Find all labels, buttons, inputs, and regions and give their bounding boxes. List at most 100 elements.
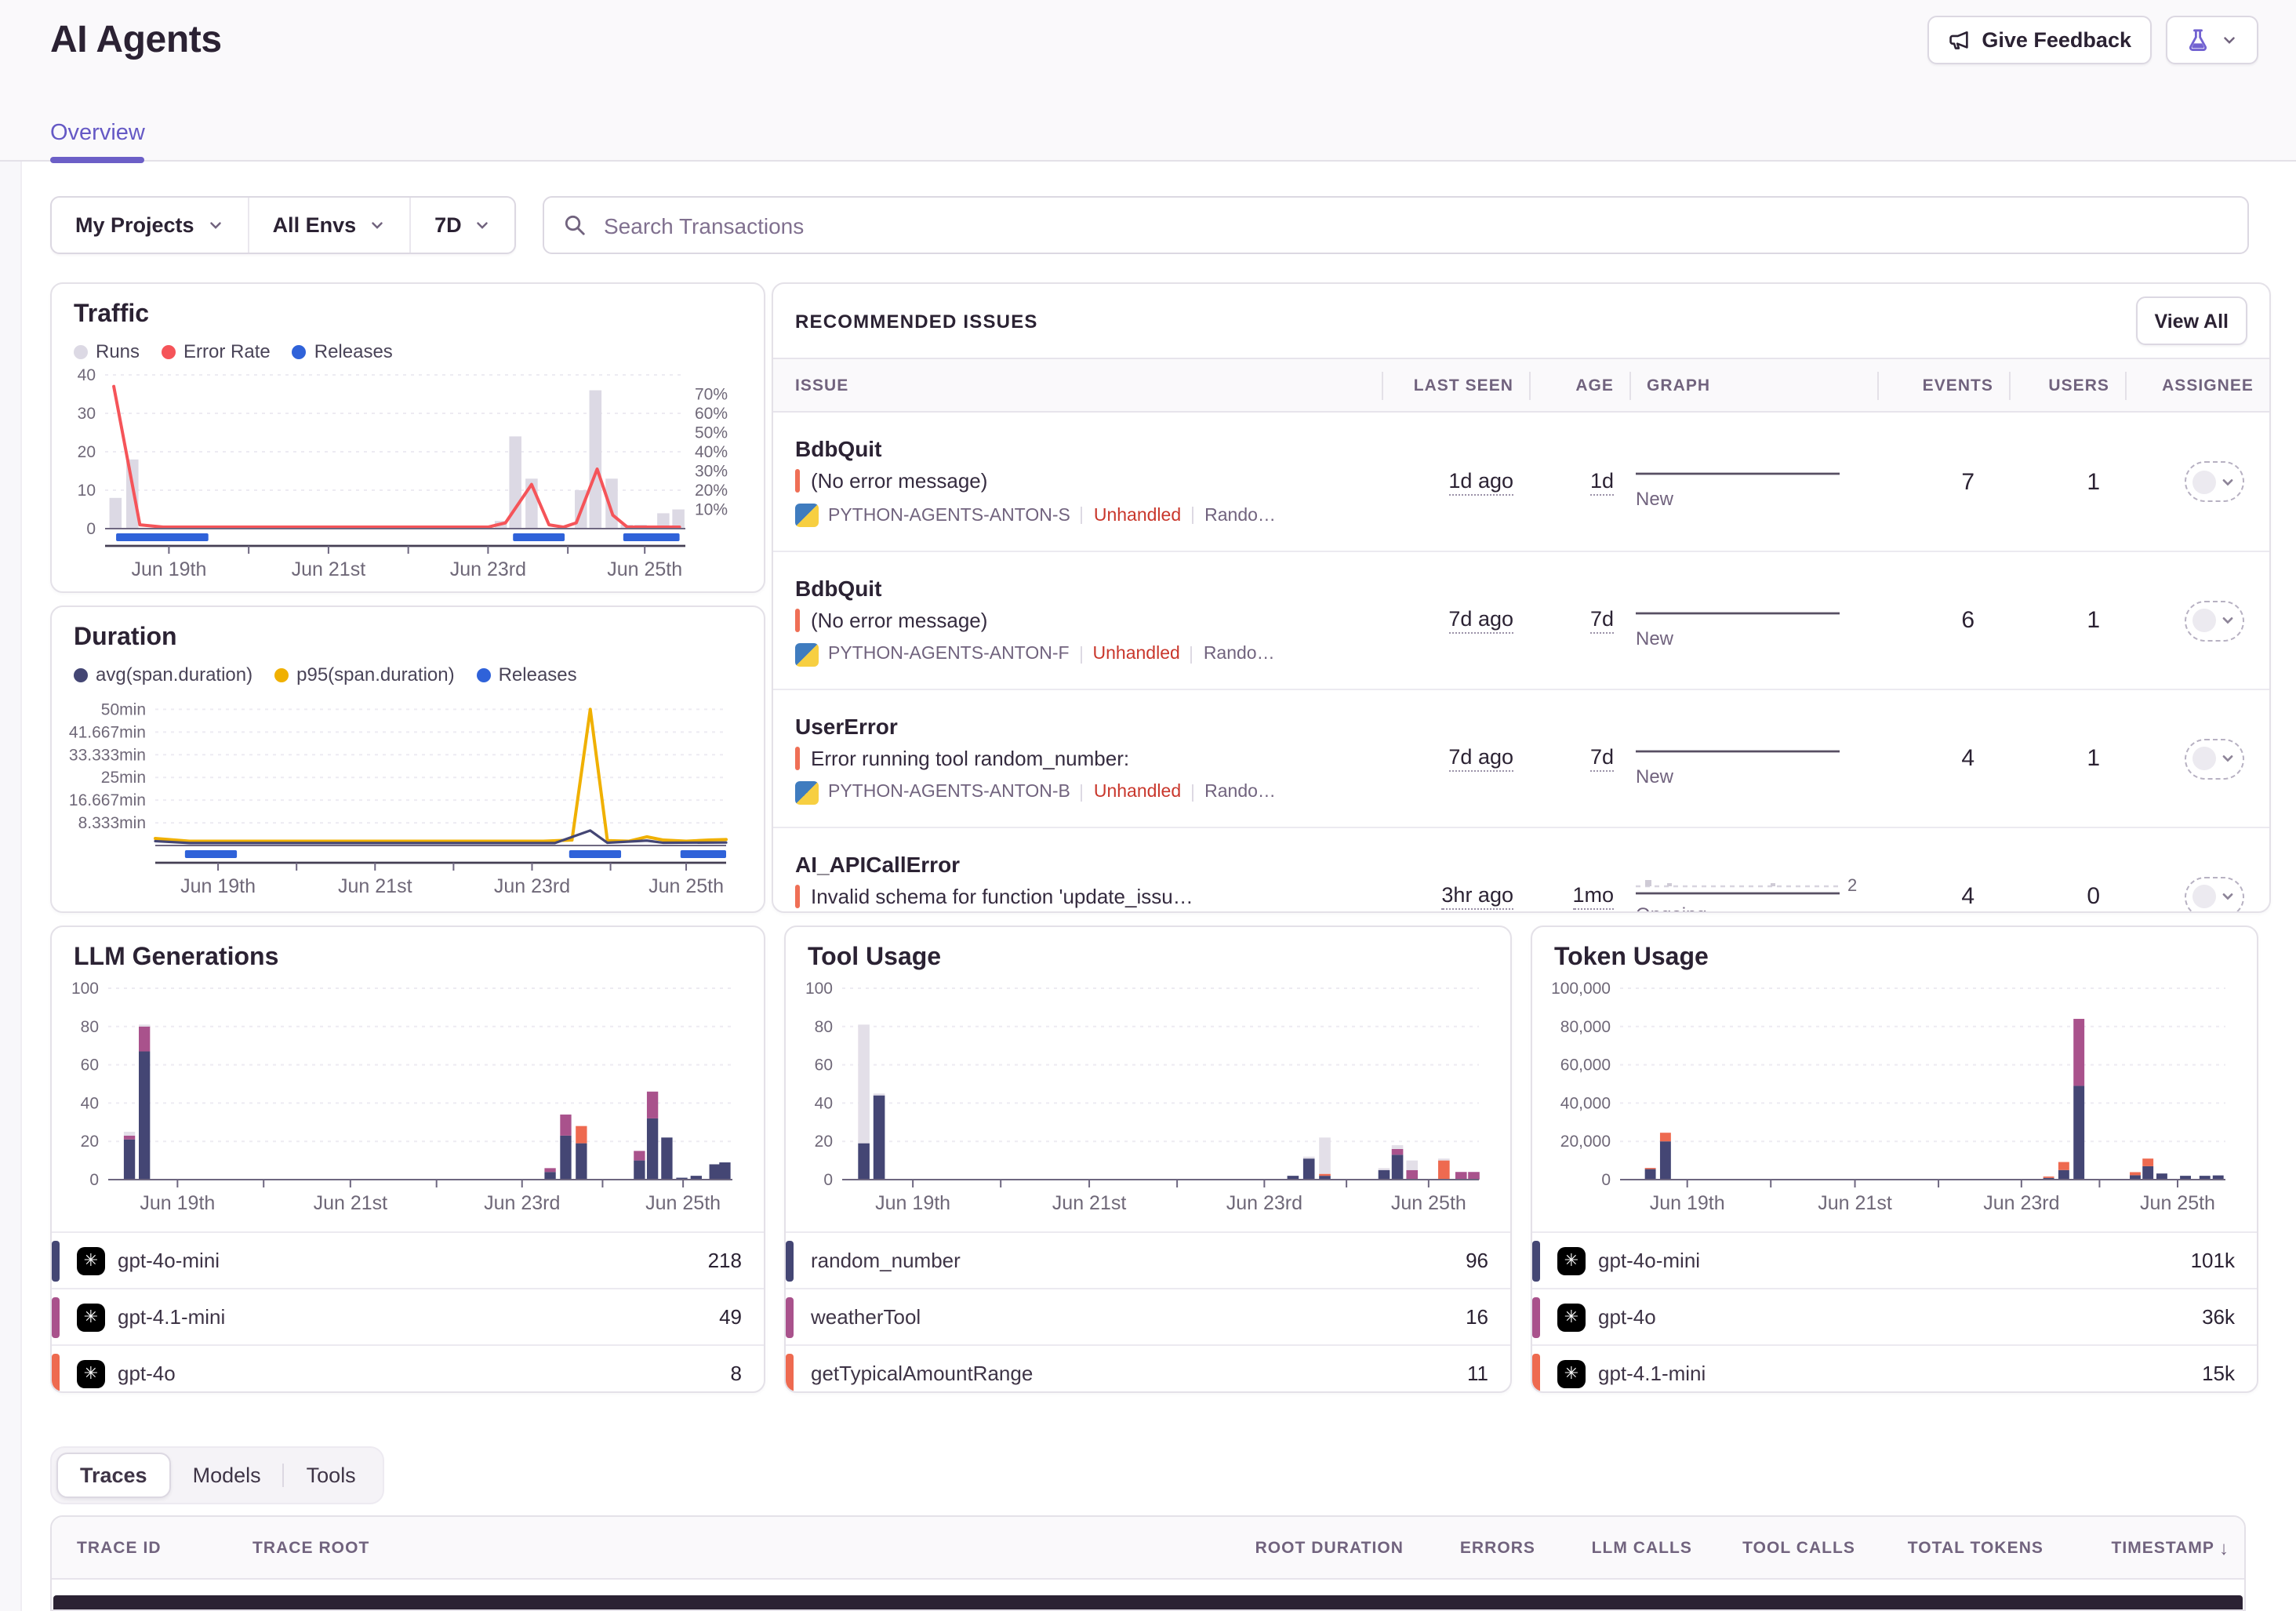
series-swatch — [52, 1353, 60, 1393]
chevron-down-icon — [2221, 475, 2235, 489]
issue-row[interactable]: BdbQuit (No error message) PYTHON-AGENTS… — [773, 551, 2269, 689]
tab-models[interactable]: Models — [171, 1454, 283, 1496]
issue-users-count: 1 — [2009, 745, 2125, 772]
release-bar[interactable] — [185, 850, 237, 858]
col-errors[interactable]: ERRORS — [1419, 1538, 1551, 1557]
legend-row[interactable]: ✳gpt-4o-mini218 — [52, 1231, 764, 1288]
legend-item[interactable]: p95(span.duration) — [274, 664, 454, 685]
col-tool-calls[interactable]: TOOL CALLS — [1708, 1538, 1871, 1557]
legend-row[interactable]: ✳gpt-4o36k — [1532, 1288, 2257, 1344]
legend-row[interactable]: ✳gpt-4o-mini101k — [1532, 1231, 2257, 1288]
issue-meta: PYTHON-AGENTS-ANTON-FUnhandledRando… — [795, 642, 1360, 666]
series-swatch — [1532, 1353, 1540, 1393]
token-usage-chart: 020,00040,00060,00080,000100,000Jun 19th… — [1545, 976, 2235, 1224]
bar-segment — [139, 1024, 150, 1026]
issue-title[interactable]: AI_APICallError — [795, 851, 1360, 876]
legend-row[interactable]: weatherTool16 — [786, 1288, 1510, 1344]
avatar-placeholder — [2192, 470, 2216, 493]
legend-row[interactable]: ✳gpt-4.1-mini49 — [52, 1288, 764, 1344]
traces-table: TRACE ID TRACE ROOT ROOT DURATION ERRORS… — [50, 1515, 2246, 1611]
issue-summary[interactable]: BdbQuit (No error message) PYTHON-AGENTS… — [773, 436, 1382, 527]
issues-heading: RECOMMENDED ISSUES — [795, 310, 1038, 332]
legend-item[interactable]: Releases — [292, 340, 393, 362]
runs-swatch — [74, 344, 88, 358]
col-llm-calls[interactable]: LLM CALLS — [1551, 1538, 1708, 1557]
issue-title[interactable]: UserError — [795, 713, 1360, 738]
bar-segment — [124, 1136, 135, 1140]
col-total-tokens[interactable]: TOTAL TOKENS — [1871, 1538, 2059, 1557]
bar-segment — [1319, 1174, 1331, 1176]
ai-agents-page: AI Agents Give Feedback Overview — [0, 0, 2296, 1611]
issue-graph-label: New — [1636, 488, 1877, 510]
search-input[interactable] — [601, 211, 2229, 239]
release-bar[interactable] — [116, 533, 209, 541]
bar-segment — [2073, 1086, 2084, 1180]
issue-summary[interactable]: BdbQuit (No error message) PYTHON-AGENTS… — [773, 575, 1382, 666]
y-axis-label: 0 — [89, 1171, 99, 1189]
series-swatch — [1532, 1240, 1540, 1281]
tab-overview[interactable]: Overview — [50, 121, 145, 160]
release-bar[interactable] — [623, 533, 680, 541]
col-timestamp[interactable]: TIMESTAMP ↓ — [2059, 1536, 2244, 1558]
bar-segment — [110, 498, 122, 529]
error-level-bar — [795, 746, 800, 769]
flask-icon — [2186, 28, 2210, 52]
issue-age: 1d — [1529, 468, 1629, 495]
issue-summary[interactable]: AI_APICallError Invalid schema for funct… — [773, 851, 1382, 913]
assignee-selector[interactable] — [2185, 876, 2244, 913]
legend-row[interactable]: ✳gpt-4.1-mini15k — [1532, 1344, 2257, 1393]
col-root-duration[interactable]: ROOT DURATION — [1215, 1538, 1419, 1557]
megaphone-icon — [1947, 28, 1971, 52]
assignee-selector[interactable] — [2185, 738, 2244, 779]
issue-summary[interactable]: UserError Error running tool random_numb… — [773, 713, 1382, 804]
release-bar[interactable] — [681, 850, 726, 858]
y-axis-label: 20 — [815, 1133, 833, 1151]
projects-dropdown[interactable]: My Projects — [52, 198, 248, 253]
col-trace-id[interactable]: TRACE ID — [52, 1538, 237, 1557]
series-name: gpt-4o — [1598, 1305, 1656, 1329]
bar-segment — [560, 1115, 571, 1136]
view-all-button[interactable]: View All — [2136, 296, 2248, 345]
x-axis-label: Jun 21st — [314, 1192, 388, 1214]
unhandled-badge: Unhandled — [1094, 783, 1181, 802]
col-trace-root[interactable]: TRACE ROOT — [237, 1538, 1215, 1557]
legend-item[interactable]: Runs — [74, 340, 140, 362]
legend-row[interactable]: random_number96 — [786, 1231, 1510, 1288]
series-value: 36k — [2202, 1305, 2235, 1329]
legend-item[interactable]: Error Rate — [162, 340, 271, 362]
release-bar[interactable] — [513, 533, 565, 541]
col-events: EVENTS — [1877, 371, 2009, 399]
release-bar[interactable] — [569, 850, 621, 858]
tab-traces[interactable]: Traces — [56, 1453, 171, 1498]
issue-title[interactable]: BdbQuit — [795, 575, 1360, 600]
environments-dropdown[interactable]: All Envs — [248, 198, 410, 253]
legend-row[interactable]: getTypicalAmountRange11 — [786, 1344, 1510, 1393]
x-axis-label: Jun 19th — [140, 1192, 215, 1214]
p95-duration-swatch — [274, 667, 289, 682]
x-axis-label: Jun 19th — [875, 1192, 950, 1214]
x-axis-label: Jun 19th — [131, 558, 206, 580]
date-range-dropdown[interactable]: 7D — [409, 198, 515, 253]
bar-segment — [544, 1168, 555, 1172]
issue-events-count: 4 — [1877, 745, 2009, 772]
issue-row[interactable]: BdbQuit (No error message) PYTHON-AGENTS… — [773, 413, 2269, 551]
assignee-selector[interactable] — [2185, 461, 2244, 502]
issue-row[interactable]: AI_APICallError Invalid schema for funct… — [773, 827, 2269, 913]
legend-item[interactable]: avg(span.duration) — [74, 664, 252, 685]
issue-title[interactable]: BdbQuit — [795, 436, 1360, 461]
openai-icon: ✳ — [1557, 1246, 1586, 1275]
assignee-selector[interactable] — [2185, 600, 2244, 641]
transaction-name: Rando… — [1204, 783, 1276, 802]
y-axis-label: 30 — [78, 405, 96, 423]
legend-row[interactable]: ✳gpt-4o8 — [52, 1344, 764, 1393]
legend-item[interactable]: Releases — [477, 664, 577, 685]
series-value: 49 — [719, 1305, 742, 1329]
issue-graph-label: Ongoing — [1636, 903, 1877, 913]
duration-panel: Duration avg(span.duration) p95(span.dur… — [50, 605, 765, 913]
lab-menu-button[interactable] — [2166, 16, 2258, 64]
give-feedback-button[interactable]: Give Feedback — [1927, 16, 2152, 64]
issue-row[interactable]: UserError Error running tool random_numb… — [773, 689, 2269, 827]
y-axis-right-label: 70% — [695, 386, 728, 404]
bar-segment — [1645, 1169, 1656, 1180]
tab-tools[interactable]: Tools — [285, 1454, 378, 1496]
